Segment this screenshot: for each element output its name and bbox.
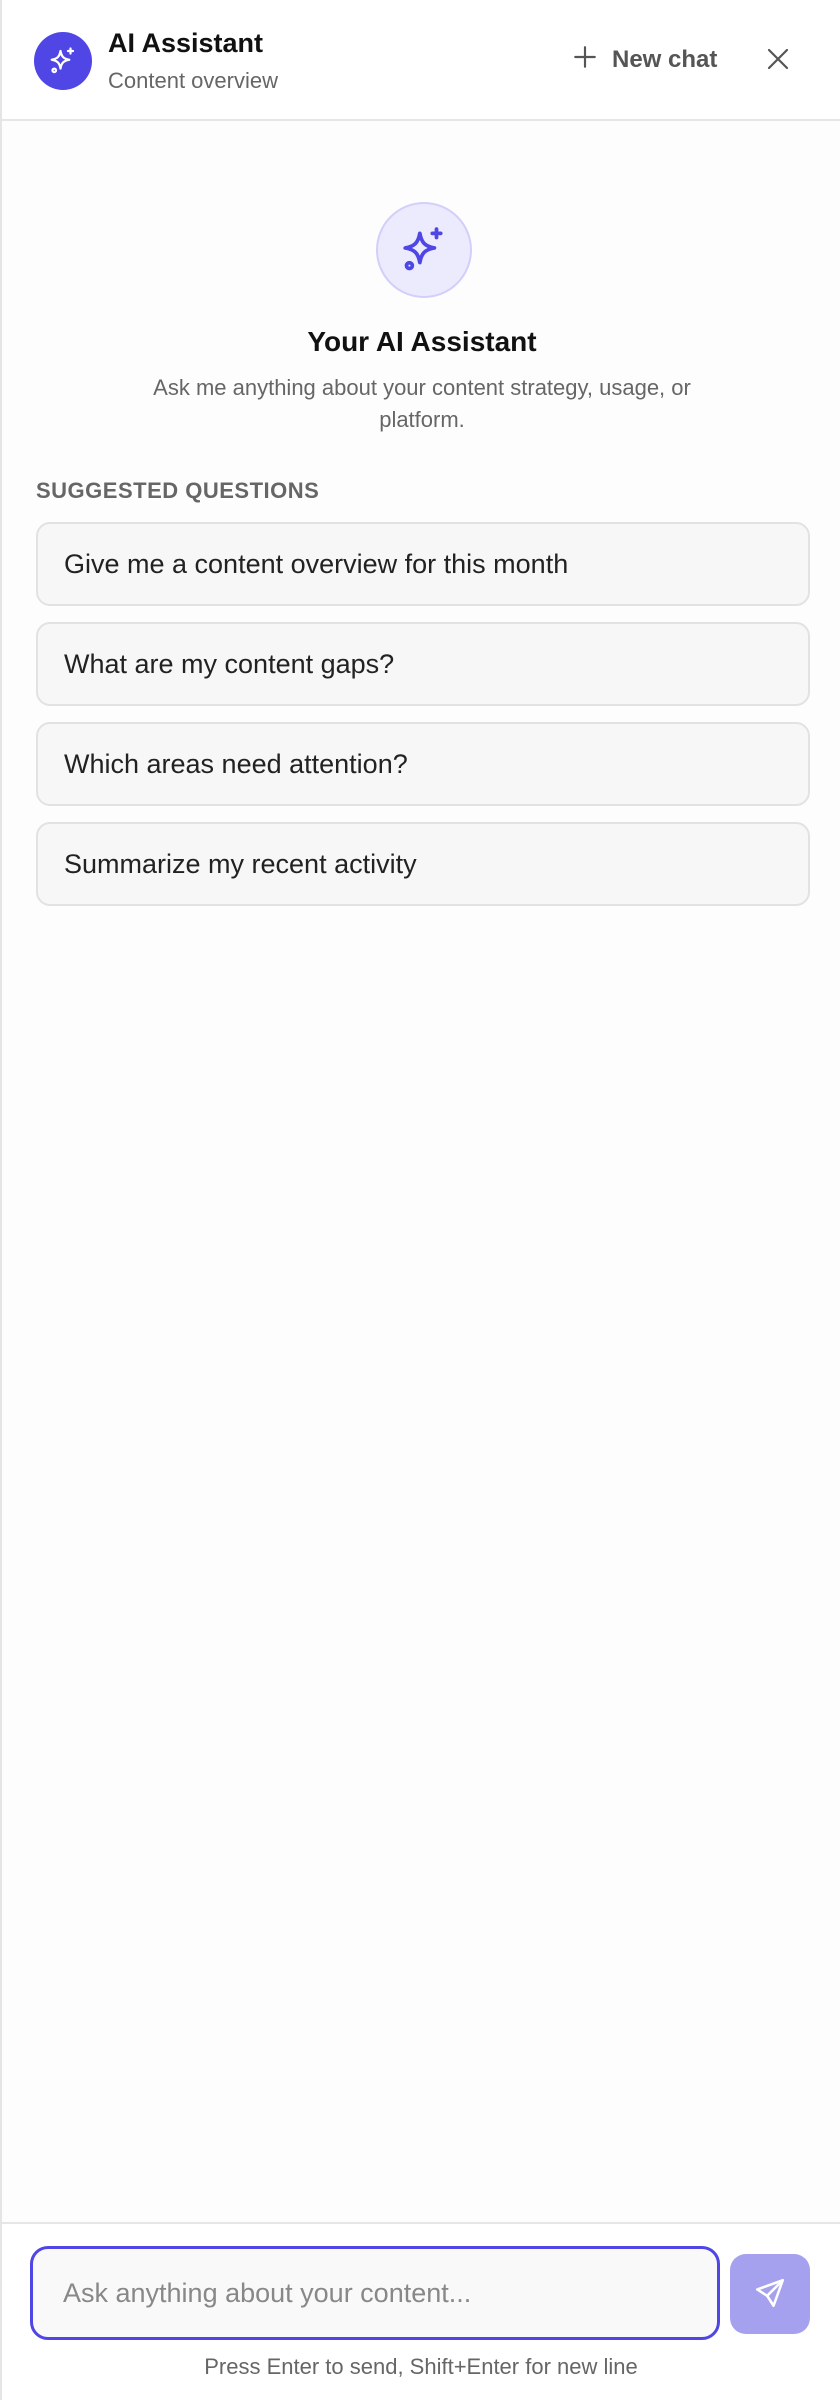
hero-description: Ask me anything about your content strat… <box>153 375 691 432</box>
suggestion-button[interactable]: Give me a content overview for this mont… <box>36 522 810 606</box>
send-button[interactable] <box>730 2254 810 2334</box>
new-chat-label: New chat <box>612 46 718 73</box>
chat-input[interactable] <box>30 2246 720 2340</box>
sparkles-icon <box>376 202 472 298</box>
new-chat-button[interactable]: New chat <box>572 40 717 80</box>
composer-hint: Press Enter to send, Shift+Enter for new… <box>204 2354 638 2379</box>
assistant-panel: AI Assistant Content overview New chat Y… <box>0 0 840 2400</box>
suggestion-button[interactable]: What are my content gaps? <box>36 622 810 706</box>
composer: Press Enter to send, Shift+Enter for new… <box>2 2222 840 2400</box>
close-icon <box>766 47 790 74</box>
close-button[interactable] <box>760 40 796 80</box>
suggestion-button[interactable]: Summarize my recent activity <box>36 822 810 906</box>
plus-icon <box>572 44 598 77</box>
header: AI Assistant Content overview New chat <box>2 0 840 121</box>
suggestion-button[interactable]: Which areas need attention? <box>36 722 810 806</box>
suggested-questions-label: SUGGESTED QUESTIONS <box>36 478 320 503</box>
panel-subtitle: Content overview <box>108 68 278 93</box>
hero-title: Your AI Assistant <box>307 326 537 357</box>
send-icon <box>753 2276 787 2313</box>
panel-title: AI Assistant <box>108 28 264 58</box>
sparkles-icon <box>34 32 92 90</box>
